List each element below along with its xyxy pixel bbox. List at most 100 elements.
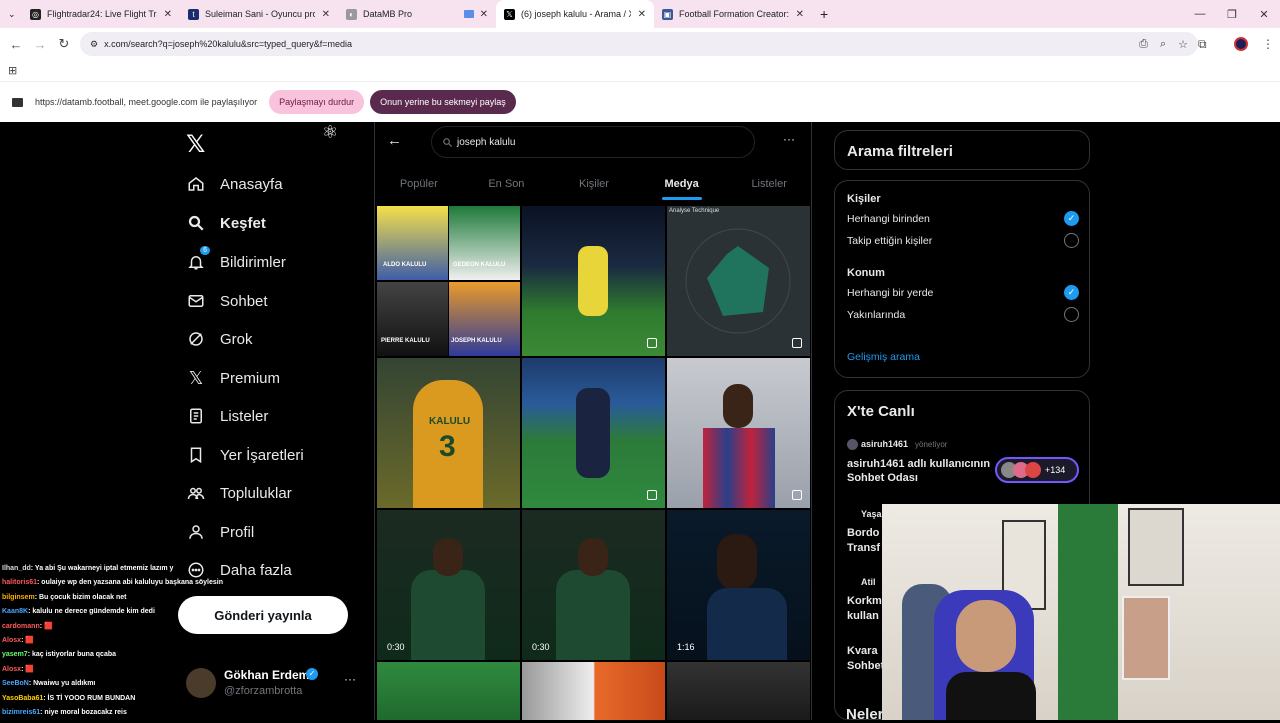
- media-item[interactable]: [377, 662, 520, 720]
- live-title: X'te Canlı: [847, 403, 915, 420]
- media-item[interactable]: [522, 206, 665, 356]
- browser-tab-1[interactable]: ◎ Flightradar24: Live Flight Tracker ✕: [22, 0, 180, 28]
- filter-option-anywhere[interactable]: Herhangi bir yerde ✓: [847, 285, 1079, 300]
- install-icon[interactable]: ⎙: [1139, 38, 1148, 51]
- media-item[interactable]: 0:30: [522, 510, 665, 660]
- search-tabs: Popüler En Son Kişiler Medya Listeler: [375, 166, 813, 202]
- media-item[interactable]: [522, 662, 665, 720]
- nav-explore[interactable]: Keşfet: [186, 209, 266, 237]
- filter-option-near-you[interactable]: Yakınlarında: [847, 307, 1079, 322]
- list-icon: [186, 406, 206, 426]
- media-item[interactable]: 1:16: [667, 510, 810, 660]
- chat-message: halitoris61: oulaiye wp den yazsana abi …: [2, 576, 262, 590]
- nav-communities[interactable]: Topluluklar: [186, 479, 292, 507]
- close-icon[interactable]: ✕: [322, 9, 330, 20]
- radio-unchecked-icon[interactable]: [1064, 233, 1079, 248]
- nav-bookmarks[interactable]: Yer İşaretleri: [186, 441, 304, 469]
- browser-tab-bar: ⌄ ◎ Flightradar24: Live Flight Tracker ✕…: [0, 0, 1280, 28]
- profile-avatar-icon[interactable]: [1234, 37, 1248, 51]
- media-item[interactable]: [667, 662, 810, 720]
- close-icon[interactable]: ✕: [480, 9, 488, 20]
- nav-home[interactable]: Anasayfa: [186, 170, 283, 198]
- tab-latest[interactable]: En Son: [463, 166, 551, 202]
- nav-profile[interactable]: Profil: [186, 518, 254, 546]
- filter-option-anyone[interactable]: Herhangi birinden ✓: [847, 211, 1079, 226]
- close-icon[interactable]: ✕: [638, 9, 646, 20]
- profile-icon: [186, 522, 206, 542]
- more-options-icon[interactable]: ···: [783, 132, 795, 146]
- chat-message: Kaan8K: kalulu ne derece gündemde kim de…: [2, 605, 262, 619]
- nav-notifications[interactable]: 6 Bildirimler: [186, 246, 286, 276]
- close-window-icon[interactable]: ✕: [1248, 8, 1280, 21]
- back-icon[interactable]: ←: [4, 37, 28, 52]
- webcam-overlay: [882, 504, 1280, 720]
- bookmark-icon: [186, 445, 206, 465]
- media-item[interactable]: KALULU 3: [377, 358, 520, 508]
- nav-lists[interactable]: Listeler: [186, 402, 268, 430]
- partial-item: kullan: [847, 610, 879, 622]
- restore-icon[interactable]: ❐: [1216, 8, 1248, 21]
- forward-icon[interactable]: →: [28, 37, 52, 52]
- partial-item: Yaşa: [861, 509, 882, 519]
- browser-tab-5[interactable]: ▣ Football Formation Creator: Re ✕: [654, 0, 812, 28]
- media-item[interactable]: Analyse Technique: [667, 206, 810, 356]
- menu-kebab-icon[interactable]: ⋮: [1262, 37, 1274, 51]
- close-icon[interactable]: ✕: [164, 9, 172, 20]
- reload-icon[interactable]: ↻: [52, 36, 76, 52]
- site-info-icon[interactable]: ⚙: [90, 39, 98, 50]
- radio-checked-icon[interactable]: ✓: [1064, 285, 1079, 300]
- radio-checked-icon[interactable]: ✓: [1064, 211, 1079, 226]
- zoom-icon[interactable]: ⌕: [1160, 38, 1166, 51]
- close-icon[interactable]: ✕: [796, 9, 804, 20]
- chat-message: YasoBaba61: İS Tİ YOOO RUM BUNDAN: [2, 692, 262, 706]
- tab-lists[interactable]: Listeler: [725, 166, 813, 202]
- plus-icon: +: [820, 6, 829, 22]
- browser-tab-2[interactable]: t Suleiman Sani - Oyuncu profili ✕: [180, 0, 338, 28]
- search-query: joseph kalulu: [457, 136, 516, 148]
- jersey-name: KALULU: [429, 416, 471, 427]
- tab-people[interactable]: Kişiler: [550, 166, 638, 202]
- formation-icon: ▣: [662, 8, 673, 20]
- search-icon: [443, 137, 453, 147]
- search-input[interactable]: joseph kalulu: [431, 126, 755, 158]
- multi-image-icon: [792, 490, 802, 500]
- partial-item: Atil: [861, 577, 876, 587]
- share-this-tab-button[interactable]: Onun yerine bu sekmeyi paylaş: [370, 90, 516, 114]
- extensions-icon[interactable]: ⧉: [1198, 37, 1207, 52]
- tab-popular[interactable]: Popüler: [375, 166, 463, 202]
- chat-username: Alosx: [2, 637, 22, 645]
- collage-label: ALDO KALULU: [383, 262, 427, 268]
- x-logo-icon[interactable]: 𝕏: [186, 130, 205, 159]
- browser-tab-4[interactable]: 𝕏 (6) joseph kalulu - Arama / X ✕: [496, 0, 654, 28]
- chat-text: : İS Tİ YOOO RUM BUNDAN: [43, 694, 136, 702]
- radio-unchecked-icon[interactable]: [1064, 307, 1079, 322]
- home-icon: [186, 174, 206, 194]
- browser-tab-3[interactable]: ◐ DataMB Pro ✕: [338, 0, 496, 28]
- bookmarks-bar: ⊞: [0, 60, 1280, 82]
- media-item[interactable]: 0:30: [377, 510, 520, 660]
- apps-grid-icon[interactable]: ⊞: [8, 64, 17, 77]
- minimize-icon[interactable]: —: [1184, 8, 1216, 20]
- nav-grok[interactable]: Grok: [186, 325, 253, 353]
- tab-list-button[interactable]: ⌄: [0, 0, 22, 28]
- ellipsis-icon[interactable]: ···: [344, 672, 356, 686]
- partial-item: Bordo: [847, 527, 880, 539]
- live-listeners-pill[interactable]: +134: [995, 457, 1079, 483]
- back-arrow-icon[interactable]: ←: [387, 132, 402, 149]
- stop-sharing-button[interactable]: Paylaşmayı durdur: [269, 90, 365, 114]
- new-tab-button[interactable]: +: [812, 0, 836, 28]
- advanced-search-link[interactable]: Gelişmiş arama: [847, 351, 920, 363]
- datamb-icon: ◐: [346, 8, 357, 20]
- nav-premium[interactable]: 𝕏 Premium: [186, 364, 280, 392]
- media-item[interactable]: [522, 358, 665, 508]
- media-item[interactable]: ALDO KALULU GEDEON KALULU PIERRE KALULU …: [377, 206, 520, 356]
- screen-share-bar: https://datamb.football, meet.google.com…: [0, 82, 1280, 122]
- filter-option-following[interactable]: Takip ettiğin kişiler: [847, 233, 1079, 248]
- tab-media[interactable]: Medya: [638, 166, 726, 202]
- chat-message: bizimreis61: niye moral bozacakz reis: [2, 706, 262, 720]
- nav-messages[interactable]: Sohbet: [186, 287, 268, 315]
- address-bar[interactable]: ⚙ x.com/search?q=joseph%20kalulu&src=typ…: [80, 32, 1198, 56]
- live-room-title[interactable]: asiruh1461 adlı kullanıcının Sohbet Odas…: [847, 457, 992, 485]
- star-icon[interactable]: ☆: [1178, 38, 1188, 51]
- media-item[interactable]: [667, 358, 810, 508]
